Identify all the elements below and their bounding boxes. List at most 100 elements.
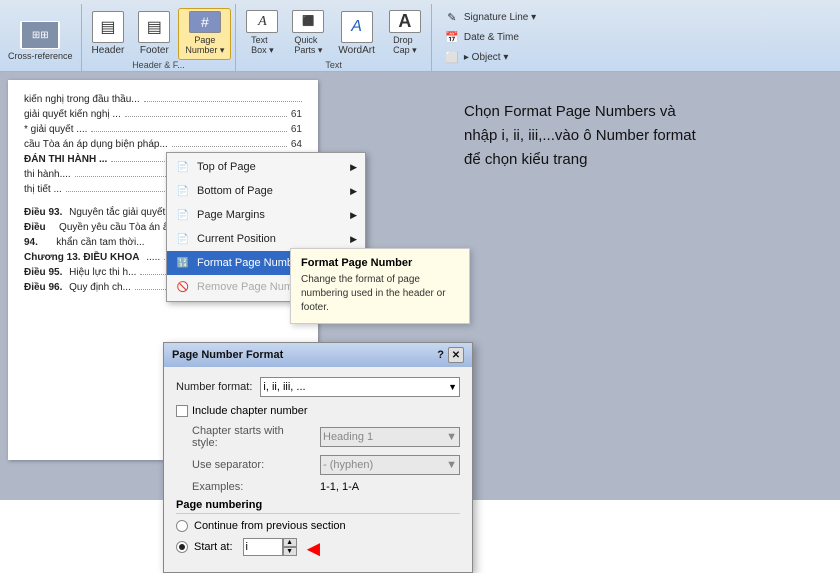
tooltip-description: Change the format of page numbering used…: [301, 273, 459, 315]
include-chapter-checkbox[interactable]: [176, 405, 188, 417]
current-position-icon: 📄: [175, 231, 191, 247]
include-chapter-label: Include chapter number: [192, 405, 308, 417]
wordart-button[interactable]: A WordArt: [332, 8, 381, 60]
right-ribbon-section: ✎ Signature Line ▾ 📅 Date & Time ⬜ ▸ Obj…: [432, 4, 548, 71]
cross-ref-label: Cross-reference: [8, 51, 73, 61]
page-number-label: PageNumber ▾: [185, 35, 224, 56]
wordart-label: WordArt: [338, 45, 375, 56]
doc-line-2: giải quyết kiến nghị ... 61: [24, 107, 302, 122]
start-at-spinner[interactable]: ▲ ▼: [283, 538, 297, 556]
bottom-of-page-icon: 📄: [175, 183, 191, 199]
start-at-radio[interactable]: [176, 541, 188, 553]
number-format-value: i, ii, iii, ...: [263, 381, 305, 393]
spinner-down[interactable]: ▼: [283, 547, 297, 556]
text-section-label: Text: [240, 60, 427, 72]
page-margins-label: Page Margins: [197, 209, 265, 221]
page-number-format-dialog: Page Number Format ? ✕ Number format: i,…: [163, 342, 473, 573]
include-chapter-row: Include chapter number: [176, 405, 460, 417]
dialog-title: Page Number Format: [172, 349, 283, 361]
current-position-arrow: ▶: [350, 234, 357, 245]
chapter-starts-label: Chapter starts with style:: [192, 425, 312, 449]
page-margins-arrow: ▶: [350, 210, 357, 221]
drop-cap-icon: A: [389, 10, 421, 33]
menu-top-of-page[interactable]: 📄 Top of Page ▶: [167, 155, 365, 179]
drop-cap-label: DropCap ▾: [393, 35, 417, 56]
continue-from-previous-row: Continue from previous section: [176, 520, 460, 532]
date-time-label: Date & Time: [464, 32, 519, 43]
examples-row: Examples: 1-1, 1-A: [176, 481, 460, 493]
spinner-up[interactable]: ▲: [283, 538, 297, 547]
use-separator-select: - (hyphen) ▼: [320, 455, 460, 475]
menu-bottom-of-page[interactable]: 📄 Bottom of Page ▶: [167, 179, 365, 203]
footer-button[interactable]: ▤ Footer: [132, 8, 176, 60]
current-position-label: Current Position: [197, 233, 276, 245]
drop-cap-button[interactable]: A DropCap ▾: [383, 8, 427, 60]
number-format-arrow: ▼: [448, 382, 457, 392]
doc-line-1: kiến nghị trong đầu thầu...: [24, 92, 302, 107]
red-arrow-start-at: ◄: [303, 536, 325, 562]
chapter-starts-value: Heading 1: [323, 431, 373, 443]
use-separator-arrow: ▼: [446, 459, 457, 471]
cross-reference-button[interactable]: ⊞⊞ Cross-reference: [4, 11, 77, 71]
object-label: ▸ Object ▾: [464, 52, 509, 63]
tooltip-title: Format Page Number: [301, 257, 459, 269]
signature-line-button[interactable]: ✎ Signature Line ▾: [440, 8, 540, 26]
signature-line-icon: ✎: [444, 9, 460, 25]
page-numbering-section-title: Page numbering: [176, 499, 460, 514]
quick-parts-button[interactable]: ⬛ QuickParts ▾: [286, 8, 330, 60]
doc-line-4: cầu Tòa án áp dụng biện pháp... 64: [24, 137, 302, 152]
dialog-title-bar: Page Number Format ? ✕: [164, 343, 472, 367]
number-format-label: Number format:: [176, 381, 252, 393]
examples-value: 1-1, 1-A: [320, 481, 359, 493]
header-footer-section-label: Header & F...: [86, 60, 232, 72]
start-at-row: Start at: i ▲ ▼ ◄: [176, 538, 460, 556]
number-format-row: Number format: i, ii, iii, ... ▼: [176, 377, 460, 397]
menu-page-margins[interactable]: 📄 Page Margins ▶: [167, 203, 365, 227]
use-separator-row: Use separator: - (hyphen) ▼: [176, 455, 460, 475]
continue-radio[interactable]: [176, 520, 188, 532]
header-icon: ▤: [92, 11, 124, 43]
date-time-button[interactable]: 📅 Date & Time: [440, 28, 540, 46]
text-box-icon: A: [246, 10, 278, 33]
remove-page-numbers-icon: 🚫: [175, 279, 191, 295]
page-margins-icon: 📄: [175, 207, 191, 223]
chapter-starts-arrow: ▼: [446, 431, 457, 443]
use-separator-value: - (hyphen): [323, 459, 373, 471]
format-page-number-tooltip: Format Page Number Change the format of …: [290, 248, 470, 324]
text-box-label: TextBox ▾: [251, 35, 274, 56]
top-of-page-arrow: ▶: [350, 162, 357, 173]
dialog-question-mark[interactable]: ?: [437, 349, 444, 361]
ribbon: ⊞⊞ Cross-reference ▤ Header ▤ Footer # P…: [0, 0, 840, 72]
number-format-select[interactable]: i, ii, iii, ... ▼: [260, 377, 460, 397]
object-button[interactable]: ⬜ ▸ Object ▾: [440, 48, 540, 66]
format-page-numbers-icon: 🔢: [175, 255, 191, 271]
document-area: kiến nghị trong đầu thầu... giải quyết k…: [0, 72, 840, 500]
cross-ref-icon: ⊞⊞: [20, 21, 60, 49]
date-time-icon: 📅: [444, 29, 460, 45]
text-box-button[interactable]: A TextBox ▾: [240, 8, 284, 60]
start-at-value: i: [246, 541, 248, 553]
bottom-of-page-label: Bottom of Page: [197, 185, 273, 197]
signature-line-label: Signature Line ▾: [464, 12, 536, 23]
start-at-input[interactable]: i: [243, 538, 283, 556]
footer-icon: ▤: [138, 11, 170, 43]
chapter-starts-select: Heading 1 ▼: [320, 427, 460, 447]
header-button[interactable]: ▤ Header: [86, 8, 131, 60]
dialog-close-button[interactable]: ✕: [448, 347, 464, 363]
chapter-starts-row: Chapter starts with style: Heading 1 ▼: [176, 425, 460, 449]
continue-label: Continue from previous section: [194, 520, 346, 532]
start-at-label: Start at:: [194, 541, 233, 553]
quick-parts-icon: ⬛: [292, 10, 324, 33]
top-of-page-icon: 📄: [175, 159, 191, 175]
explanation-text: Chọn Format Page Numbers và nhập i, ii, …: [464, 100, 704, 172]
object-icon: ⬜: [444, 49, 460, 65]
wordart-icon: A: [341, 11, 373, 43]
footer-label: Footer: [140, 45, 169, 56]
header-label: Header: [92, 45, 125, 56]
examples-label: Examples:: [192, 481, 312, 493]
doc-line-3: * giải quyết .... 61: [24, 122, 302, 137]
top-of-page-label: Top of Page: [197, 161, 256, 173]
page-number-button[interactable]: # PageNumber ▾: [178, 8, 231, 60]
dialog-body: Number format: i, ii, iii, ... ▼ Include…: [164, 367, 472, 572]
bottom-of-page-arrow: ▶: [350, 186, 357, 197]
